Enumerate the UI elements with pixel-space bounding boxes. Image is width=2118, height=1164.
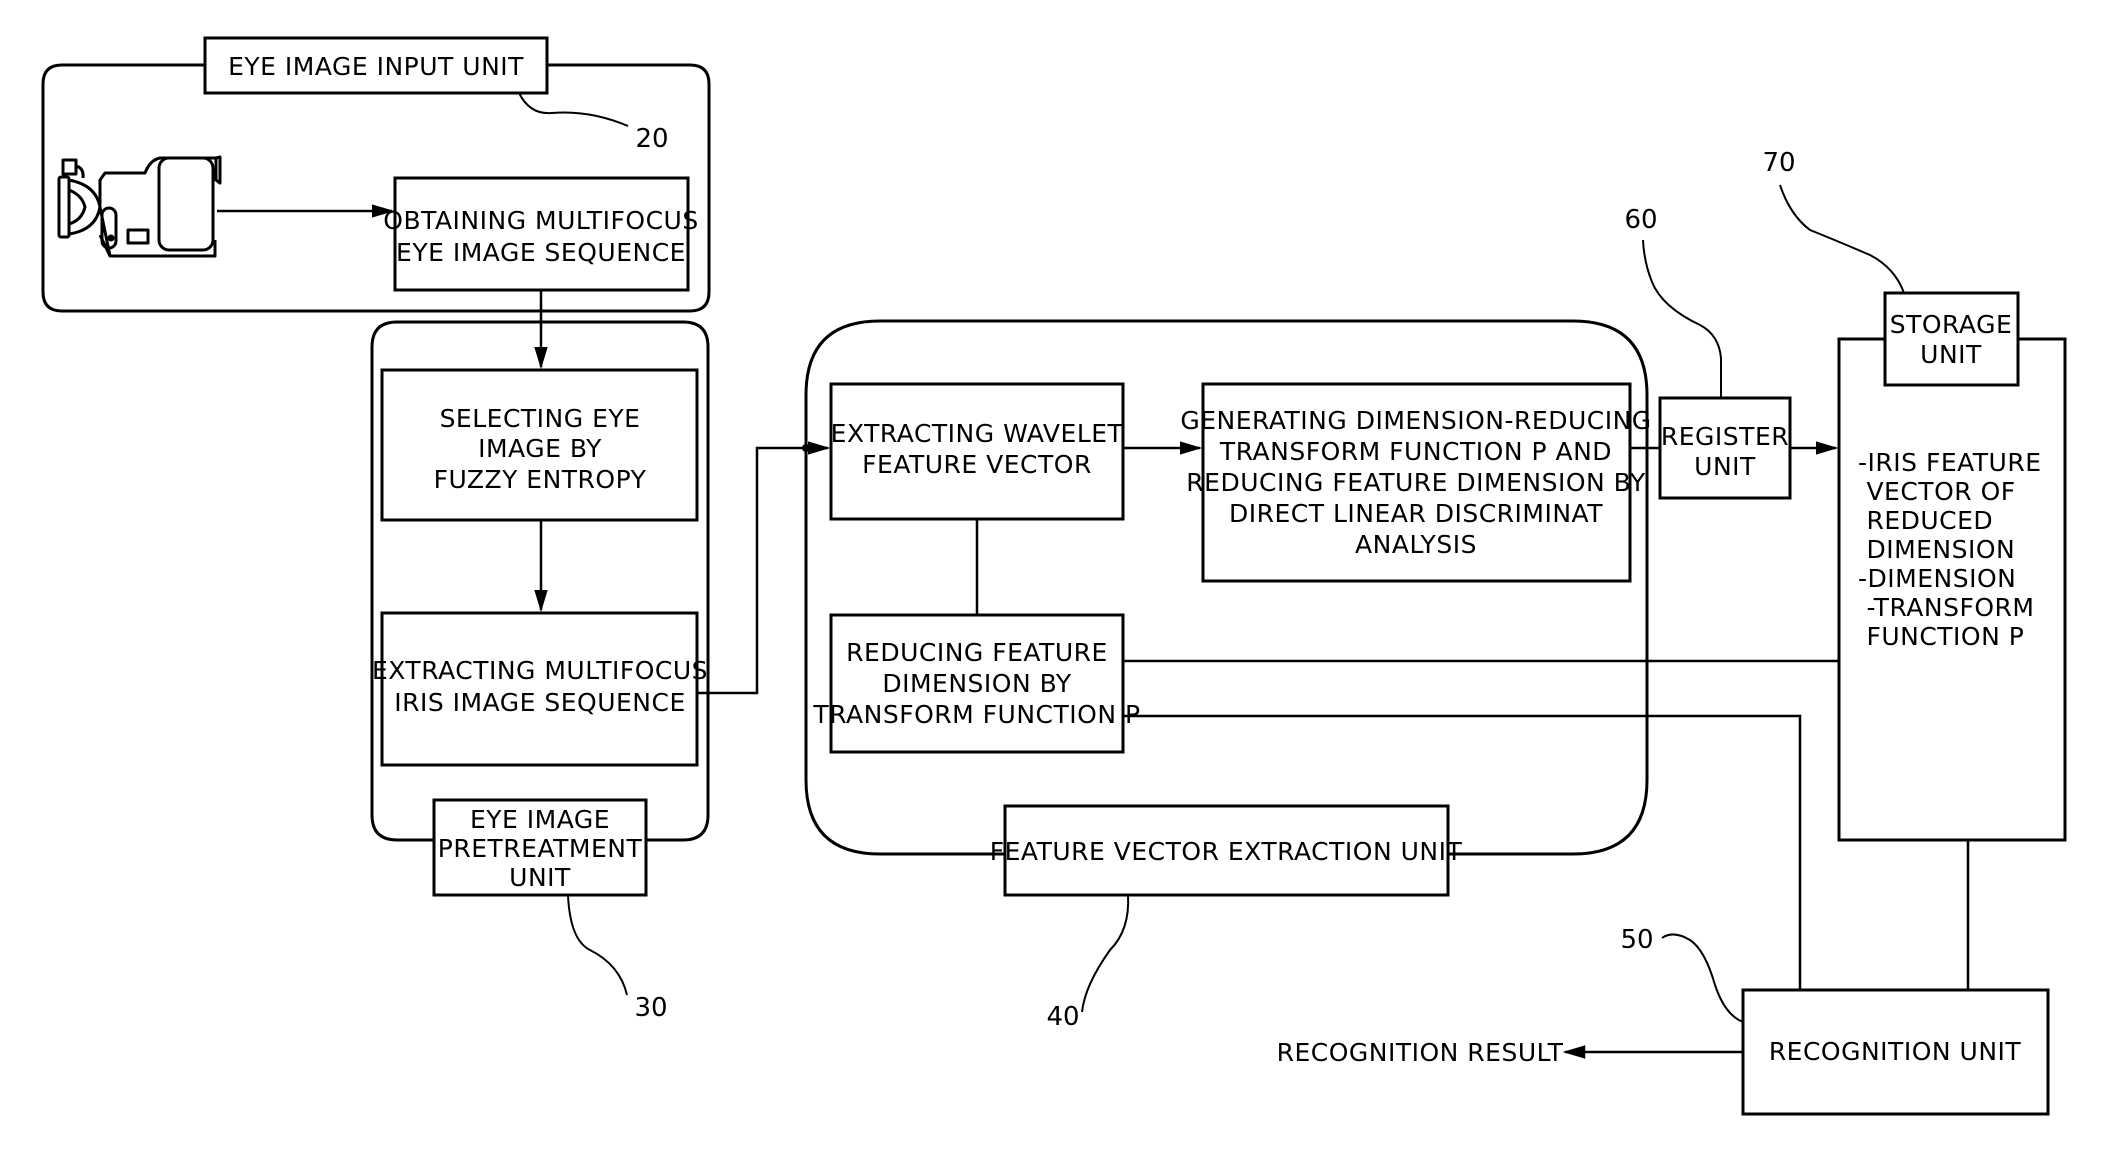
step-line: OBTAINING MULTIFOCUS	[383, 206, 698, 235]
step-line: TRANSFORM FUNCTION P AND	[1219, 437, 1612, 466]
step-line: IRIS IMAGE SEQUENCE	[394, 688, 686, 717]
step-line: EYE IMAGE SEQUENCE	[396, 238, 686, 267]
step-line: REDUCING FEATURE	[846, 638, 1108, 667]
ref-50-leader	[1661, 933, 1744, 1023]
step-line: DIRECT LINEAR DISCRIMINAT	[1229, 499, 1603, 528]
step-line: DIMENSION BY	[882, 669, 1072, 698]
ref-30-leader	[567, 894, 628, 996]
step-line: FUZZY ENTROPY	[434, 465, 647, 494]
register-unit-label-line: UNIT	[1694, 452, 1756, 481]
ref-60-leader	[1642, 239, 1722, 398]
feature-vector-extraction-unit-group: FEATURE VECTOR EXTRACTION UNIT EXTRACTIN…	[804, 319, 1651, 1032]
feature-vector-extraction-unit-label: FEATURE VECTOR EXTRACTION UNIT	[990, 837, 1463, 866]
ref-50: 50	[1620, 925, 1653, 955]
pretreatment-label-line: UNIT	[509, 863, 571, 892]
storage-content-line: -IRIS FEATURE	[1858, 448, 2042, 477]
recognition-unit-label: RECOGNITION UNIT	[1769, 1037, 2022, 1066]
storage-unit-label-line: STORAGE	[1890, 310, 2013, 339]
ref-40-leader	[1081, 894, 1130, 1013]
video-camera-icon	[57, 155, 222, 258]
ref-70-leader	[1779, 184, 1905, 294]
recognition-result-label: RECOGNITION RESULT	[1277, 1038, 1564, 1067]
recognition-unit-group: RECOGNITION UNIT RECOGNITION RESULT 50	[1277, 925, 2050, 1116]
register-unit-label-line: REGISTER	[1661, 422, 1789, 451]
storage-unit-label-box	[1883, 291, 2020, 387]
storage-content-line: -TRANSFORM	[1858, 593, 2034, 622]
storage-content-line: VECTOR OF	[1858, 477, 2016, 506]
pretreatment-label-line: EYE IMAGE	[470, 805, 610, 834]
storage-unit-label-line: UNIT	[1920, 340, 1982, 369]
storage-content-line: DIMENSION	[1858, 535, 2015, 564]
step-line: ANALYSIS	[1355, 530, 1477, 559]
pretreatment-label-line: PRETREATMENT	[438, 834, 643, 863]
step-line: IMAGE BY	[478, 434, 602, 463]
step-line: REDUCING FEATURE DIMENSION BY	[1186, 468, 1646, 497]
ref-30: 30	[634, 993, 667, 1023]
step-line: FEATURE VECTOR	[862, 450, 1092, 479]
storage-content-line: -DIMENSION	[1858, 564, 2016, 593]
ref-70: 70	[1762, 148, 1795, 178]
register-unit-group: REGISTER UNIT 60	[1624, 205, 1839, 500]
step-line: GENERATING DIMENSION-REDUCING	[1180, 406, 1651, 435]
iris-sequence-to-wavelet-connector	[697, 446, 806, 695]
step-line: EXTRACTING WAVELET	[831, 419, 1124, 448]
eye-image-input-unit-label: EYE IMAGE INPUT UNIT	[228, 52, 524, 81]
ref-40: 40	[1046, 1002, 1079, 1032]
eye-image-pretreatment-unit-group: EYE IMAGE PRETREATMENT UNIT SELECTING EY…	[370, 290, 710, 1023]
step-line: TRANSFORM FUNCTION P	[812, 700, 1140, 729]
step-line: EXTRACTING MULTIFOCUS	[372, 656, 708, 685]
ref-20: 20	[635, 124, 668, 154]
ref-20-leader	[518, 92, 629, 127]
storage-content-line: FUNCTION P	[1858, 622, 2024, 651]
storage-unit-group: STORAGE UNIT -IRIS FEATURE VECTOR OF RED…	[1762, 148, 2067, 842]
eye-image-input-unit-group: EYE IMAGE INPUT UNIT OBTAINING MULTIFOCU…	[41, 36, 711, 313]
step-line: SELECTING EYE	[440, 404, 641, 433]
iris-recognition-block-diagram: EYE IMAGE INPUT UNIT OBTAINING MULTIFOCU…	[41, 36, 2067, 1116]
ref-60: 60	[1624, 205, 1657, 235]
storage-content-line: REDUCED	[1858, 506, 1993, 535]
